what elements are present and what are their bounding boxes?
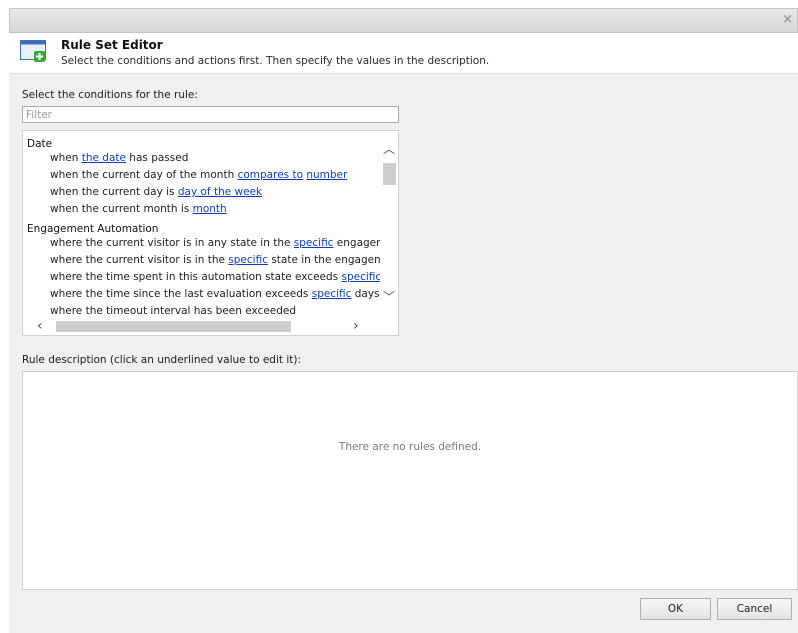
condition-value-link[interactable]: compares to: [238, 169, 303, 181]
scroll-down-icon[interactable]: ﹀: [383, 288, 395, 305]
condition-item[interactable]: when the current month is month: [23, 201, 381, 218]
vertical-scrollbar[interactable]: ︿ ﹀: [380, 131, 398, 317]
condition-item[interactable]: where the current visitor is in the spec…: [23, 252, 381, 269]
page-title: Rule Set Editor: [61, 38, 163, 52]
scroll-up-icon[interactable]: ︿: [383, 140, 395, 157]
condition-value-link[interactable]: day of the week: [178, 186, 262, 198]
condition-text: where the current visitor is in any stat…: [50, 237, 294, 249]
close-icon[interactable]: ×: [782, 12, 793, 27]
condition-text: when the current month is: [50, 203, 193, 215]
condition-item[interactable]: when the current day is day of the week: [23, 184, 381, 201]
rule-description-panel: There are no rules defined.: [22, 371, 798, 590]
condition-text: where the timeout interval has been exce…: [50, 305, 297, 317]
scroll-left-icon[interactable]: ‹: [37, 318, 43, 334]
dialog-titlebar: ×: [9, 8, 798, 33]
condition-text: days and: [354, 288, 381, 300]
condition-value-link[interactable]: month: [193, 203, 227, 215]
condition-text: state in the engagement plar: [271, 254, 381, 266]
condition-value-link[interactable]: the date: [82, 152, 126, 164]
condition-text: where the time spent in this automation …: [50, 271, 342, 283]
cancel-button[interactable]: Cancel: [717, 598, 792, 620]
condition-text: when the current day is: [50, 186, 178, 198]
condition-value-link[interactable]: specific: [228, 254, 268, 266]
condition-text: where the current visitor is in the: [50, 254, 229, 266]
horizontal-scrollbar[interactable]: ‹ ›: [23, 317, 398, 335]
condition-text: where the time since the last evaluation…: [50, 288, 312, 300]
filter-input[interactable]: [22, 106, 399, 123]
conditions-list: Date when the date has passed when the cur…: [23, 131, 381, 317]
condition-text: has passed: [125, 152, 189, 164]
empty-rules-message: There are no rules defined.: [338, 441, 482, 453]
condition-item[interactable]: where the time since the last evaluation…: [23, 286, 381, 303]
condition-item[interactable]: where the current visitor is in any stat…: [23, 235, 381, 252]
condition-value-link[interactable]: specific: [341, 271, 381, 283]
ok-button[interactable]: OK: [640, 598, 711, 620]
condition-text: when the current day of the month: [50, 169, 238, 181]
page-subtitle: Select the conditions and actions first.…: [61, 55, 490, 67]
scroll-right-icon[interactable]: ›: [353, 318, 359, 334]
condition-group-header: Engagement Automation: [27, 223, 159, 235]
rule-set-editor-icon: [20, 40, 46, 62]
condition-group-header: Date: [27, 138, 53, 150]
vertical-scroll-thumb[interactable]: [383, 163, 396, 185]
condition-text: when: [50, 152, 82, 164]
description-label: Rule description (click an underlined va…: [22, 354, 301, 366]
horizontal-scroll-thumb[interactable]: [56, 321, 291, 332]
conditions-label: Select the conditions for the rule:: [22, 89, 198, 101]
dialog-header: Rule Set Editor Select the conditions an…: [9, 33, 798, 73]
condition-value-link[interactable]: number: [306, 169, 347, 181]
condition-text: engagement pla: [336, 237, 381, 249]
condition-item[interactable]: when the date has passed: [23, 150, 381, 167]
conditions-list-box: Date when the date has passed when the cur…: [22, 130, 399, 336]
dialog-content: Select the conditions for the rule: Date…: [9, 73, 798, 633]
condition-item[interactable]: where the timeout interval has been exce…: [23, 303, 381, 317]
condition-value-link[interactable]: specific: [294, 237, 334, 249]
condition-item[interactable]: when the current day of the month compar…: [23, 167, 381, 184]
condition-value-link[interactable]: specific: [312, 288, 352, 300]
condition-item[interactable]: where the time spent in this automation …: [23, 269, 381, 286]
